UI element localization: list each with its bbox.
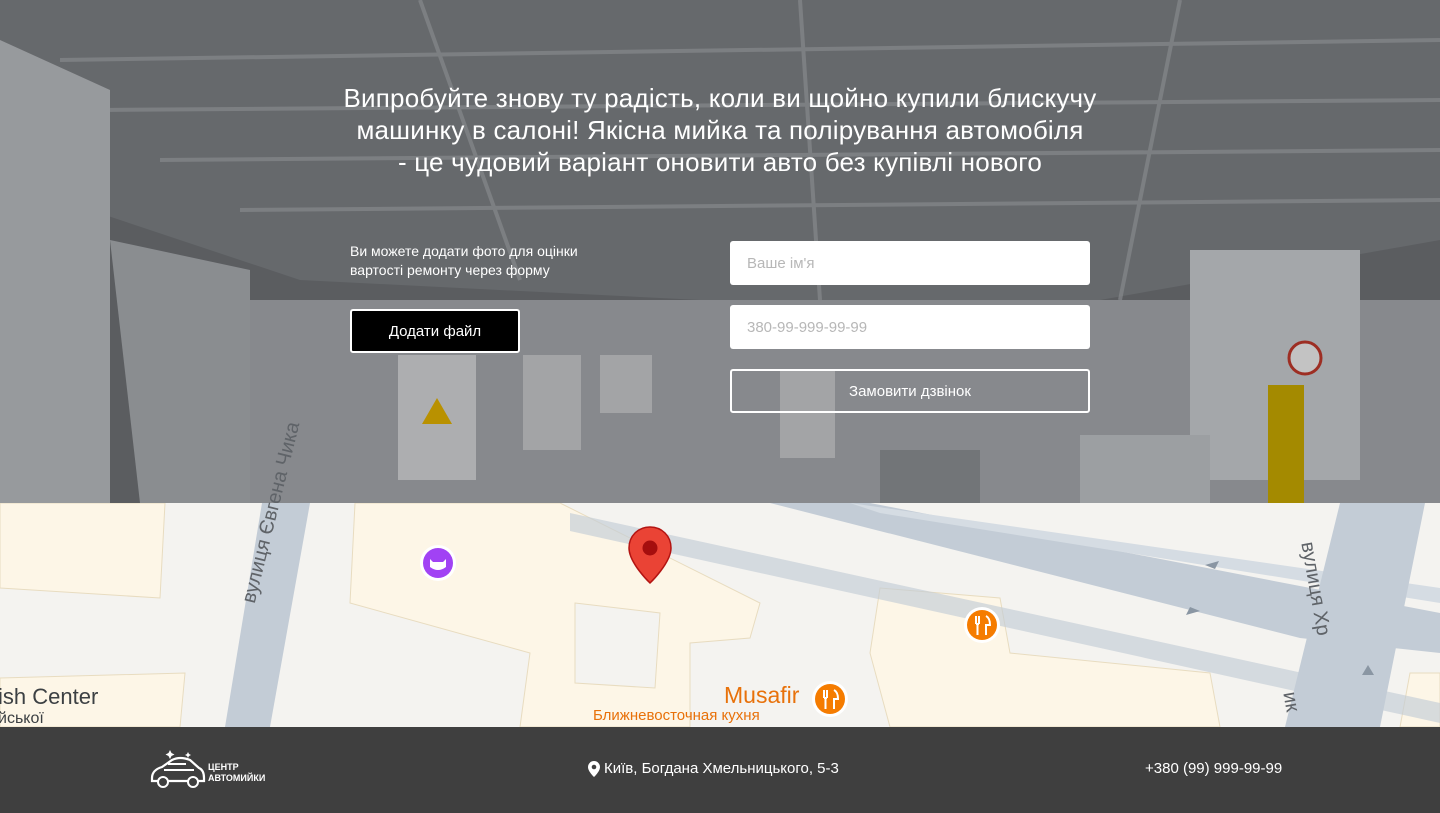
place-label-center: ish Center	[0, 684, 99, 709]
place-label-center-sub: йської	[0, 710, 44, 727]
map-canvas[interactable]	[0, 503, 1440, 727]
map-marker-icon	[588, 760, 600, 777]
logo-text: ЦЕНТР АВТОМИЙКИ	[208, 762, 265, 784]
map-section[interactable]	[0, 503, 1440, 727]
add-file-button[interactable]: Додати файл	[350, 309, 520, 353]
phone-input[interactable]	[730, 305, 1090, 349]
headline-line-3: - це чудовий варіант оновити авто без ку…	[397, 147, 1043, 177]
restaurant-icon[interactable]	[962, 605, 1002, 649]
street-label-right-tail: ик	[1278, 690, 1304, 714]
pet-store-icon[interactable]	[418, 543, 458, 587]
name-input[interactable]	[730, 241, 1090, 285]
restaurant-name-label[interactable]: Musafir	[724, 682, 799, 709]
headline-line-2: машинку в салоні! Якісна мийка та поліру…	[356, 115, 1084, 145]
order-call-button[interactable]: Замовити дзвінок	[730, 369, 1090, 413]
footer-phone[interactable]: +380 (99) 999-99-99	[1145, 760, 1282, 777]
upload-description: Ви можете додати фото для оцінки вартост…	[350, 242, 650, 280]
upload-text-line-1: Ви можете додати фото для оцінки	[350, 243, 578, 259]
car-wash-logo-icon	[150, 750, 206, 788]
hero-headline: Випробуйте знову ту радість, коли ви щой…	[300, 82, 1140, 178]
footer-address: Київ, Богдана Хмельницького, 5-3	[588, 760, 839, 777]
logo-text-line-2: АВТОМИЙКИ	[208, 773, 266, 783]
upload-text-line-2: вартості ремонту через форму	[350, 262, 550, 278]
site-logo[interactable]: ЦЕНТР АВТОМИЙКИ	[148, 748, 278, 790]
hero-overlay	[0, 0, 1440, 503]
logo-text-line-1: ЦЕНТР	[208, 762, 239, 772]
hero-section	[0, 0, 1440, 503]
headline-line-1: Випробуйте знову ту радість, коли ви щой…	[343, 83, 1097, 113]
musafir-restaurant-icon[interactable]	[810, 679, 850, 723]
address-text: Київ, Богдана Хмельницького, 5-3	[604, 760, 839, 777]
location-pin-icon[interactable]	[626, 525, 674, 585]
restaurant-type-label: Ближневосточная кухня	[593, 707, 760, 724]
